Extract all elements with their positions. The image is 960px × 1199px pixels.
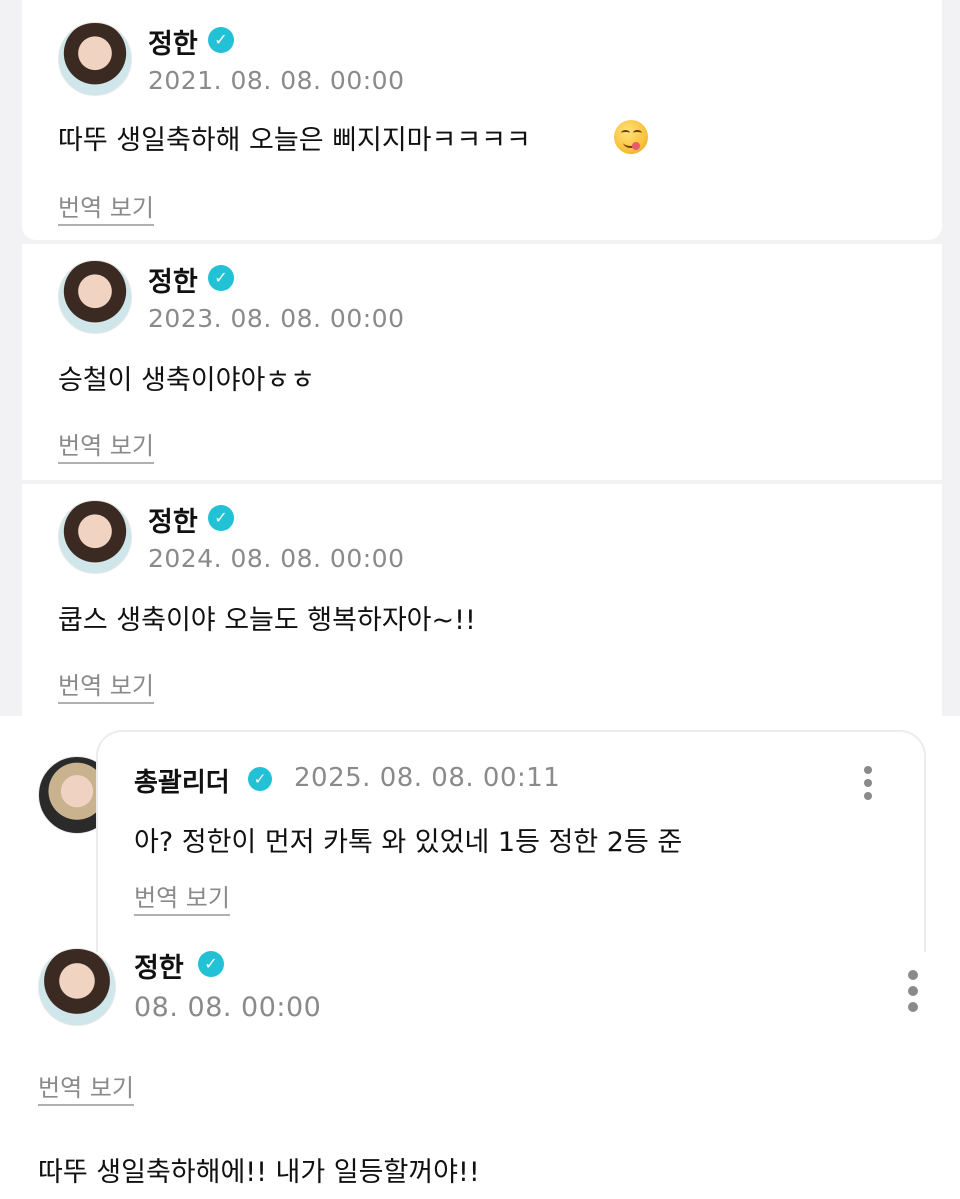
author-name[interactable]: 정한 — [134, 946, 184, 985]
yum-face-emoji — [614, 120, 648, 154]
verified-badge-icon: ✓ — [208, 27, 234, 53]
reply-card: 총괄리더 ✓ 2025. 08. 08. 00:11 아? 정한이 먼저 카톡 … — [96, 730, 926, 952]
post-message: 따뚜 생일축하해에!! 내가 일등할꺼야!! — [38, 1157, 480, 1188]
verified-badge-icon: ✓ — [208, 505, 234, 531]
more-vertical-icon[interactable] — [908, 970, 918, 1018]
author-name[interactable]: 정한 — [148, 22, 198, 61]
author-name[interactable]: 정한 — [148, 500, 198, 539]
reply-author-name[interactable]: 총괄리더 — [134, 762, 230, 799]
post-card: 정한 ✓ 2021. 08. 08. 00:00 따뚜 생일축하해 오늘은 삐지… — [22, 0, 942, 240]
translate-link[interactable]: 번역 보기 — [58, 188, 154, 226]
author-name[interactable]: 정한 — [148, 260, 198, 299]
post-message: 승철이 생축이야아ㅎㅎ — [58, 365, 315, 396]
verified-badge-icon: ✓ — [248, 767, 272, 791]
post-date: 08. 08. 00:00 — [134, 992, 322, 1023]
post-date: 2023. 08. 08. 00:00 — [148, 304, 405, 333]
reply-date: 2025. 08. 08. 00:11 — [294, 763, 561, 793]
avatar[interactable] — [38, 948, 116, 1026]
avatar[interactable] — [58, 22, 132, 96]
translate-link[interactable]: 번역 보기 — [58, 426, 154, 464]
post-date: 2024. 08. 08. 00:00 — [148, 544, 405, 573]
translate-link[interactable]: 번역 보기 — [134, 878, 230, 916]
post-date: 2021. 08. 08. 00:00 — [148, 66, 405, 95]
post-card: 정한 ✓ 2023. 08. 08. 00:00 승철이 생축이야아ㅎㅎ 번역 … — [22, 244, 942, 480]
avatar[interactable] — [58, 260, 132, 334]
post-message: 쿱스 생축이야 오늘도 행복하자아~!! — [58, 605, 476, 636]
verified-badge-icon: ✓ — [208, 265, 234, 291]
more-vertical-icon[interactable] — [864, 766, 872, 805]
translate-link[interactable]: 번역 보기 — [58, 666, 154, 704]
translate-link[interactable]: 번역 보기 — [38, 1068, 134, 1106]
post-card: 정한 ✓ 2024. 08. 08. 00:00 쿱스 생축이야 오늘도 행복하… — [22, 484, 942, 716]
verified-badge-icon: ✓ — [198, 951, 224, 977]
post-message: 따뚜 생일축하해 오늘은 삐지지마ㅋㅋㅋㅋ — [58, 125, 531, 156]
reply-message: 아? 정한이 먼저 카톡 와 있었네 1등 정한 2등 준 — [134, 827, 683, 858]
avatar[interactable] — [58, 500, 132, 574]
